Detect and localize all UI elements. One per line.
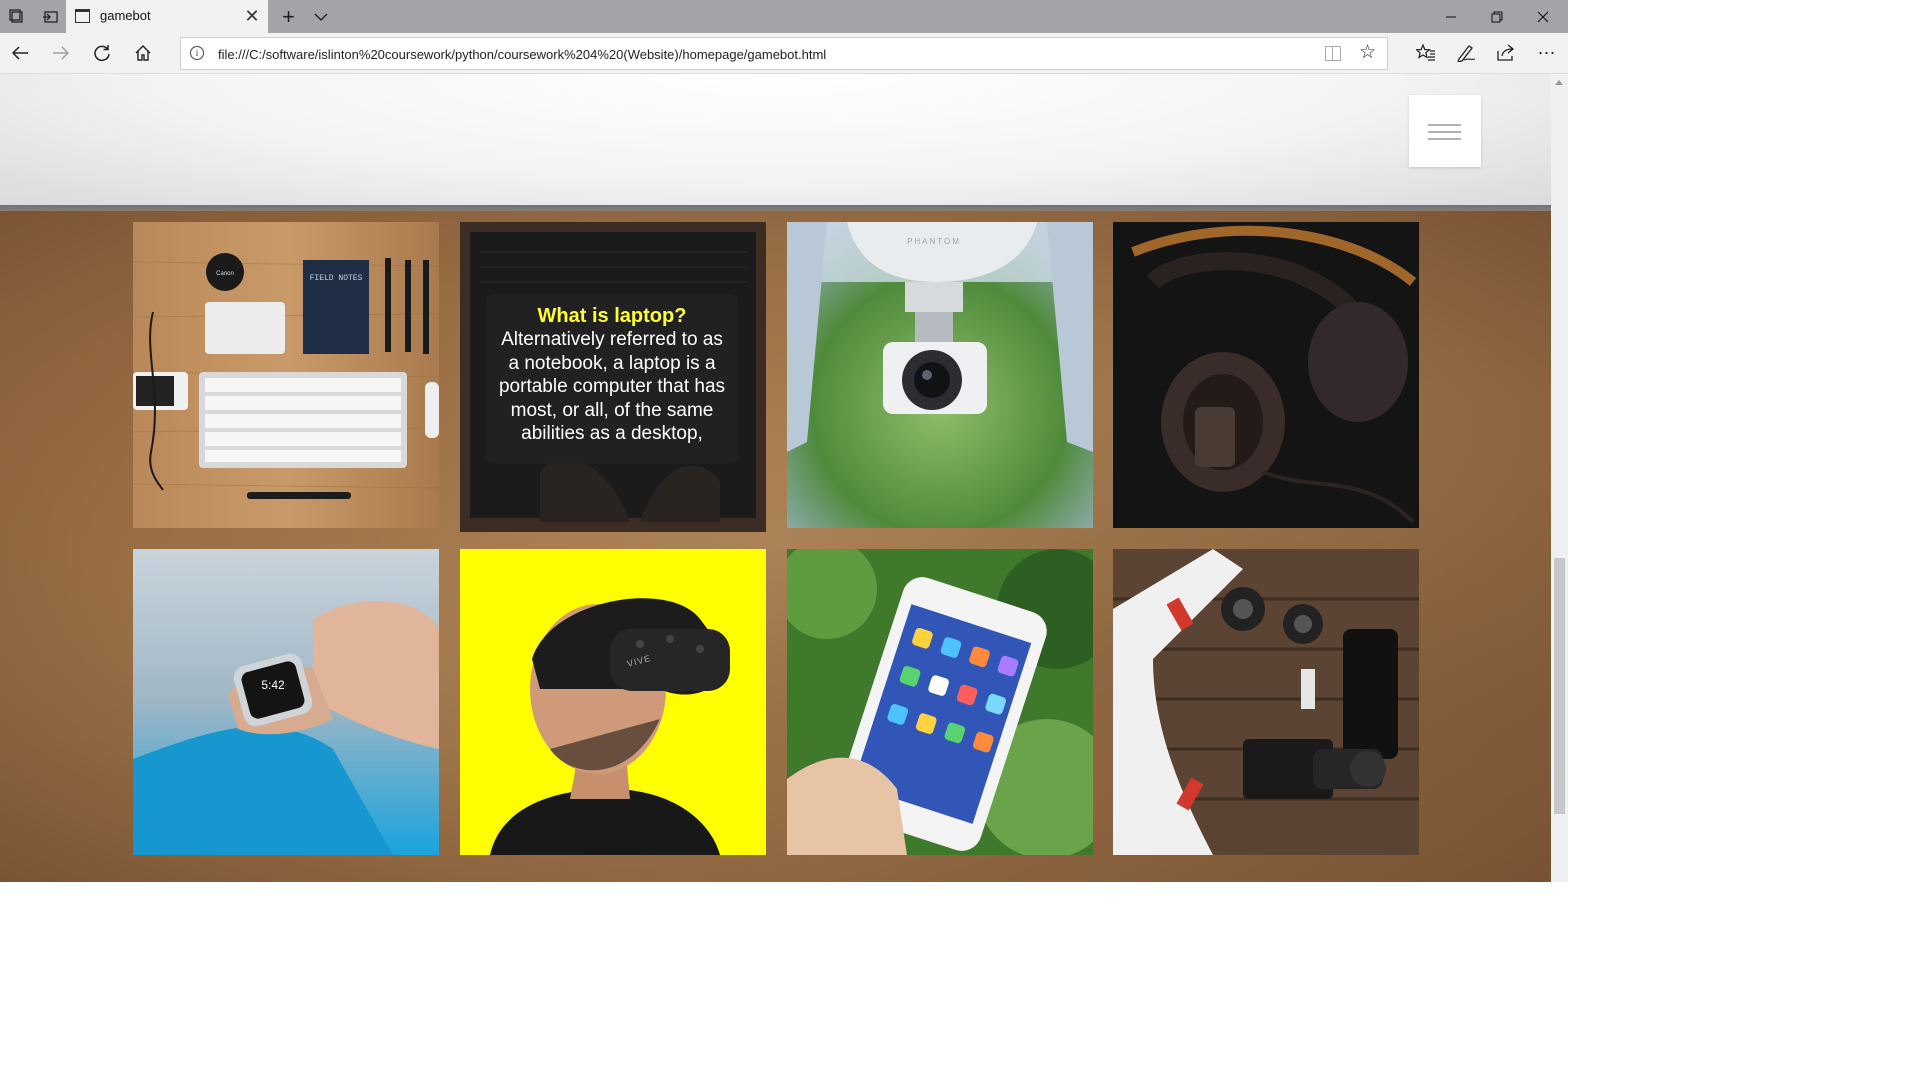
laptop-card-line: portable computer that has <box>498 376 726 397</box>
gallery-section: Canon FIELD NOTES What is laptop? Altern… <box>0 211 1551 882</box>
set-aside-icon <box>42 10 58 23</box>
pen-icon <box>1457 45 1476 62</box>
tab-manager-button[interactable] <box>0 0 33 33</box>
restore-icon <box>1491 11 1503 22</box>
tabs-aside-icon <box>8 8 23 23</box>
laptop-card-line: a notebook, a laptop is a <box>508 352 716 374</box>
menu-line-icon <box>1428 124 1461 126</box>
canon-cap-label: Canon <box>216 271 234 277</box>
laptop-card-heading: What is laptop? <box>537 305 687 327</box>
reading-view-icon[interactable] <box>1325 46 1341 61</box>
headphones-photo <box>1113 222 1419 528</box>
share-button[interactable] <box>1489 37 1523 69</box>
gallery-image-drone-gear[interactable] <box>1113 549 1419 855</box>
chevron-down-icon <box>314 13 327 21</box>
web-note-button[interactable] <box>1449 37 1483 69</box>
restore-button[interactable] <box>1474 0 1520 33</box>
refresh-icon <box>94 45 110 62</box>
gallery-image-smartwatch[interactable]: 5:42 <box>133 549 439 855</box>
share-icon <box>1497 44 1515 61</box>
phantom-label: PHANTOM <box>907 237 961 246</box>
arrow-left-icon <box>11 46 28 60</box>
gallery-image-headphones[interactable] <box>1113 222 1419 528</box>
menu-line-icon <box>1428 138 1461 140</box>
desk-photo: Canon FIELD NOTES <box>133 222 439 528</box>
vr-headset-photo: VIVE <box>460 549 766 855</box>
laptop-card-line: abilities as a desktop, <box>521 423 703 444</box>
home-icon <box>135 45 151 61</box>
drone-camera-photo: PHANTOM <box>787 222 1093 528</box>
page-scrollbar[interactable] <box>1551 74 1568 882</box>
site-info-icon[interactable]: i <box>190 46 204 60</box>
url-text[interactable]: file:///C:/software/islinton%20coursewor… <box>218 47 826 62</box>
navigation-bar: i file:///C:/software/islinton%20coursew… <box>0 33 1568 74</box>
arrow-right-icon <box>53 46 70 60</box>
gallery-image-smartphone[interactable] <box>787 549 1093 855</box>
minimize-icon <box>1446 16 1456 17</box>
smartphone-photo <box>787 549 1093 855</box>
scrollbar-thumb[interactable] <box>1554 558 1565 814</box>
tab-preview-button[interactable] <box>304 0 337 33</box>
laptop-card-line: Alternatively referred to as <box>501 329 723 350</box>
new-tab-button[interactable]: + <box>272 0 305 33</box>
set-aside-tabs-button[interactable] <box>33 0 66 33</box>
favorites-button[interactable] <box>1409 37 1443 69</box>
address-field[interactable]: i file:///C:/software/islinton%20coursew… <box>180 37 1388 70</box>
watch-time-label: 5:42 <box>261 678 285 692</box>
refresh-button[interactable] <box>85 37 119 69</box>
laptop-card-line: most, or all, of the same <box>510 399 714 421</box>
menu-line-icon <box>1428 131 1461 133</box>
drone-gear-photo <box>1113 549 1419 855</box>
close-icon <box>1537 11 1549 22</box>
field-notes-label: FIELD NOTES <box>310 274 363 283</box>
smartwatch-photo: 5:42 <box>133 549 439 855</box>
favorite-star-icon[interactable]: ☆ <box>1359 43 1376 63</box>
back-button[interactable] <box>3 37 37 69</box>
hamburger-menu-button[interactable] <box>1409 95 1481 167</box>
forward-button[interactable] <box>44 37 78 69</box>
active-tab[interactable]: gamebot ✕ <box>66 0 268 33</box>
gallery-image-drone-camera[interactable]: PHANTOM <box>787 222 1093 528</box>
scroll-up-icon[interactable] <box>1555 80 1563 85</box>
close-tab-icon[interactable]: ✕ <box>242 6 262 26</box>
web-page: Canon FIELD NOTES What is laptop? Altern… <box>0 74 1551 882</box>
gallery-image-vr-headset[interactable]: VIVE <box>460 549 766 855</box>
gallery-image-laptop[interactable]: What is laptop? Alternatively referred t… <box>460 222 766 532</box>
minimize-button[interactable] <box>1428 0 1474 33</box>
gallery-image-desk[interactable]: Canon FIELD NOTES <box>133 222 439 528</box>
close-window-button[interactable] <box>1520 0 1566 33</box>
tab-title: gamebot <box>100 8 151 23</box>
more-options-icon[interactable]: ⋯ <box>1530 37 1564 69</box>
home-button[interactable] <box>126 37 160 69</box>
favorites-list-icon <box>1416 44 1435 61</box>
laptop-info-card: What is laptop? Alternatively referred t… <box>487 294 737 464</box>
site-header <box>0 74 1551 207</box>
page-icon <box>75 9 90 23</box>
tab-strip: gamebot ✕ + <box>0 0 1568 33</box>
